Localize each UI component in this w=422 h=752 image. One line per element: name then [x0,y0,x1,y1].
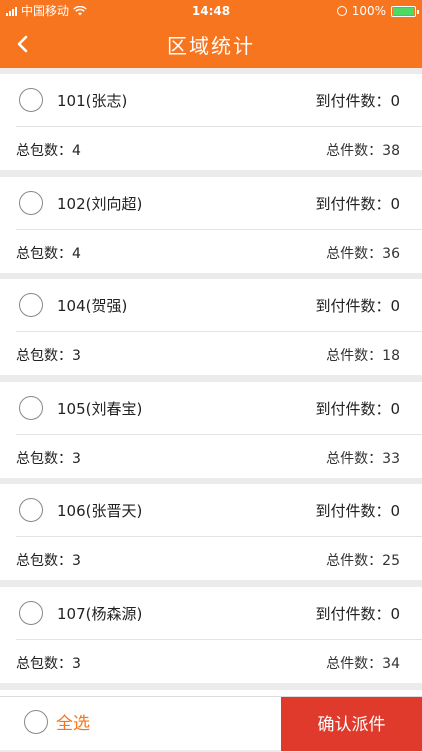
list-item[interactable]: 102(刘向超) 到付件数：0 总包数：4 总件数：36 [0,177,422,273]
courier-name: 101(张志) [57,92,128,110]
total-label: 总件数： [326,246,383,262]
battery-icon [391,5,419,17]
arrival-count: 到付件数：0 [315,398,400,419]
total-value: 36 [382,246,400,262]
select-radio[interactable] [19,88,43,112]
confirm-dispatch-button[interactable]: 确认派件 [281,697,422,751]
courier-name: 102(刘向超) [57,195,143,213]
select-radio[interactable] [19,191,43,215]
bottom-bar: 全选 确认派件 [0,696,422,751]
select-radio[interactable] [19,601,43,625]
total-count: 总件数：18 [326,345,400,365]
list-item-header: 106(张晋天) 到付件数：0 [0,484,422,536]
package-value: 4 [72,246,81,262]
total-value: 34 [382,656,400,672]
package-value: 3 [72,348,81,364]
list-item[interactable]: 104(贺强) 到付件数：0 总包数：3 总件数：18 [0,279,422,375]
package-label: 总包数： [16,348,72,364]
arrival-value: 0 [390,92,400,110]
battery-percent: 100% [351,4,386,18]
courier-name: 106(张晋天) [57,502,143,520]
header: 中国移动 14:48 100% 区域统计 [0,0,422,68]
total-value: 38 [382,143,400,159]
list-item-header: 105(刘春宝) 到付件数：0 [0,382,422,434]
list-item-stats: 总包数：4 总件数：38 [0,127,422,170]
total-value: 18 [382,348,400,364]
arrival-label: 到付件数： [315,195,391,213]
list-item-header: 104(贺强) 到付件数：0 [0,279,422,331]
arrival-count: 到付件数：0 [315,500,400,521]
package-count: 总包数：3 [16,653,81,673]
list-item[interactable]: 105(刘春宝) 到付件数：0 总包数：3 总件数：33 [0,382,422,478]
package-label: 总包数： [16,246,72,262]
courier-name: 107(杨森源) [57,605,143,623]
list-item-stats: 总包数：3 总件数：33 [0,435,422,478]
list-item-header: 101(张志) 到付件数：0 [0,74,422,126]
package-value: 4 [72,143,81,159]
select-radio[interactable] [19,498,43,522]
arrival-value: 0 [390,195,400,213]
list-item-stats: 总包数：3 总件数：18 [0,332,422,375]
arrival-count: 到付件数：0 [315,603,400,624]
list-item[interactable]: 101(张志) 到付件数：0 总包数：4 总件数：38 [0,74,422,170]
select-radio[interactable] [19,396,43,420]
total-label: 总件数： [326,656,383,672]
package-label: 总包数： [16,553,72,569]
select-all-toggle[interactable]: 全选 [24,709,90,734]
package-label: 总包数： [16,656,72,672]
select-all-label: 全选 [56,714,90,734]
list-item-stats: 总包数：3 总件数：25 [0,537,422,580]
package-count: 总包数：3 [16,550,81,570]
arrival-value: 0 [390,605,400,623]
arrival-label: 到付件数： [315,400,391,418]
list-item-stats: 总包数：4 总件数：36 [0,230,422,273]
package-value: 3 [72,451,81,467]
courier-name: 105(刘春宝) [57,400,143,418]
courier-list: 101(张志) 到付件数：0 总包数：4 总件数：38 102(刘向超) 到付件数：0 总包… [0,68,422,696]
total-count: 总件数：38 [326,140,400,160]
total-value: 33 [382,451,400,467]
total-value: 25 [382,553,400,569]
package-label: 总包数： [16,451,72,467]
package-label: 总包数： [16,143,72,159]
package-value: 3 [72,553,81,569]
arrival-count: 到付件数：0 [315,90,400,111]
list-item[interactable]: 107(杨森源) 到付件数：0 总包数：3 总件数：34 [0,587,422,683]
arrival-label: 到付件数： [315,605,391,623]
nav-bar: 区域统计 [0,22,422,68]
status-bar: 中国移动 14:48 100% [0,0,422,22]
package-count: 总包数：4 [16,243,81,263]
rotation-lock-icon [336,6,347,16]
list-item-header: 107(杨森源) 到付件数：0 [0,587,422,639]
total-label: 总件数： [326,348,383,364]
arrival-count: 到付件数：0 [315,295,400,316]
package-count: 总包数：3 [16,345,81,365]
list-item-header: 102(刘向超) 到付件数：0 [0,177,422,229]
arrival-value: 0 [390,502,400,520]
arrival-label: 到付件数： [315,92,391,110]
arrival-value: 0 [390,400,400,418]
package-count: 总包数：3 [16,448,81,468]
list-item-stats: 总包数：3 总件数：34 [0,640,422,683]
total-label: 总件数： [326,553,383,569]
select-all-radio[interactable] [24,709,48,734]
list-item[interactable]: 106(张晋天) 到付件数：0 总包数：3 总件数：25 [0,484,422,580]
arrival-count: 到付件数：0 [315,193,400,214]
total-label: 总件数： [326,143,383,159]
select-radio[interactable] [19,293,43,317]
courier-name: 104(贺强) [57,297,128,315]
arrival-value: 0 [390,297,400,315]
package-value: 3 [72,656,81,672]
package-count: 总包数：4 [16,140,81,160]
arrival-label: 到付件数： [315,297,391,315]
total-count: 总件数：34 [326,653,400,673]
arrival-label: 到付件数： [315,502,391,520]
total-count: 总件数：25 [326,550,400,570]
page-title: 区域统计 [167,34,255,58]
total-label: 总件数： [326,451,383,467]
total-count: 总件数：36 [326,243,400,263]
total-count: 总件数：33 [326,448,400,468]
